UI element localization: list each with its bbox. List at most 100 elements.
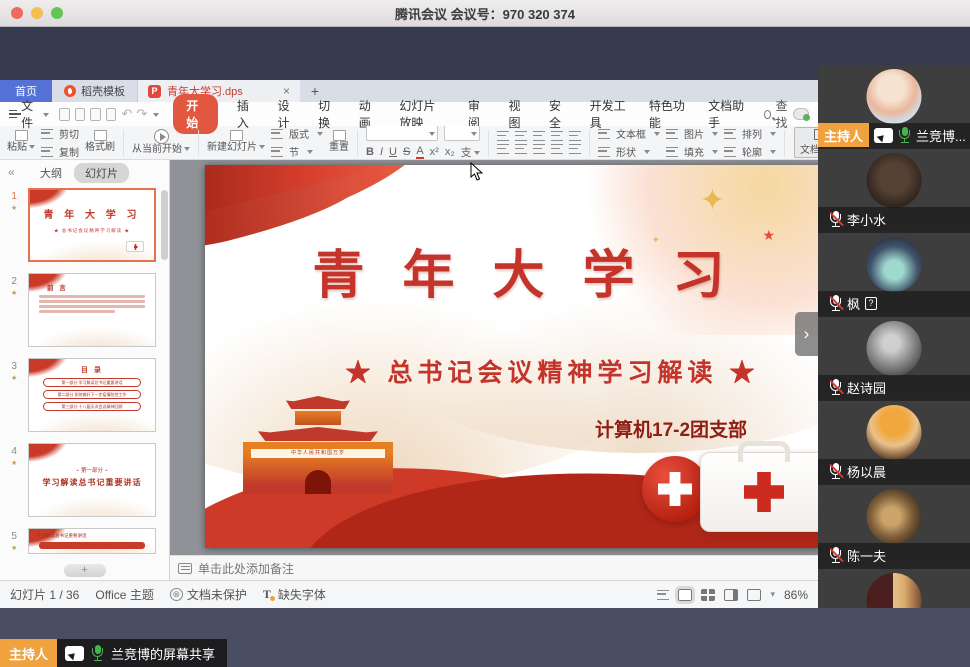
copy-button[interactable]: 复制: [41, 144, 79, 159]
ribbon-tab-view[interactable]: 视图: [508, 97, 527, 131]
shapes-button[interactable]: 形状: [598, 144, 660, 159]
normal-view-icon[interactable]: [678, 589, 692, 601]
align-center-icon[interactable]: [515, 144, 527, 154]
slide-thumbnail-2[interactable]: 2★ 前 言: [28, 273, 169, 347]
decrease-indent-icon[interactable]: [533, 131, 545, 141]
add-slide-button[interactable]: +: [64, 564, 106, 577]
font-size-select[interactable]: [444, 126, 480, 141]
slides-tab[interactable]: 幻灯片: [74, 163, 129, 183]
italic-button[interactable]: I: [380, 146, 383, 158]
justify-icon[interactable]: [551, 144, 563, 154]
close-tab-icon[interactable]: ×: [283, 84, 290, 98]
picture-button[interactable]: 图片: [666, 126, 718, 141]
screen-share-icon: [65, 646, 84, 661]
participant-tile-partial[interactable]: [818, 569, 970, 608]
participant-tile[interactable]: 枫 ?: [818, 233, 970, 317]
ribbon-tab-security[interactable]: 安全: [549, 97, 568, 131]
superscript-button[interactable]: x²: [430, 146, 439, 158]
format-painter-button[interactable]: 格式刷: [85, 130, 115, 155]
collapse-panel-icon[interactable]: «: [8, 165, 15, 179]
notes-bar[interactable]: 单击此处添加备注: [170, 555, 818, 580]
bold-button[interactable]: B: [366, 146, 374, 158]
cut-button[interactable]: 剪切: [41, 126, 79, 141]
layout-button[interactable]: 版式: [271, 126, 323, 141]
slide-thumbnail-5[interactable]: 5★ 学习解读总书记重要讲话: [28, 528, 169, 554]
meeting-title: 腾讯会议 会议号：970 320 374: [0, 4, 970, 23]
mic-muted-icon: [829, 295, 842, 312]
redo-icon[interactable]: ↷: [136, 106, 147, 122]
bullet-list-icon[interactable]: [497, 131, 509, 141]
note-icon: [178, 563, 192, 574]
print-preview-icon[interactable]: [106, 108, 117, 121]
arrange-button[interactable]: 排列: [724, 126, 776, 141]
medkit-thumb-icon: [126, 241, 144, 252]
play-from-current-button[interactable]: 从当前开始: [132, 129, 190, 157]
line-spacing-icon[interactable]: [569, 131, 581, 141]
outline-button[interactable]: 轮廓: [724, 144, 776, 159]
slide-sorter-icon[interactable]: [701, 589, 715, 601]
participant-tile[interactable]: 赵诗园: [818, 317, 970, 401]
zoom-level[interactable]: 86%: [784, 588, 808, 602]
chevron-down-icon: [43, 113, 49, 120]
slide-thumbnail-1[interactable]: 1★ 青 年 大 学 习 ★ 总书记会议精神学习解读 ★: [28, 188, 169, 262]
participant-name: 兰竞博...: [916, 126, 966, 145]
font-name-select[interactable]: [366, 126, 438, 141]
avatar: [867, 69, 922, 124]
new-slide-button[interactable]: 新建幻灯片: [207, 130, 265, 155]
zoom-menu-caret[interactable]: ▾: [770, 589, 775, 600]
slide-thumbnail-3[interactable]: 3★ 目 录 第一部分 学习解读总书记重要讲话 第二部分 如何做好下一步疫情防控…: [28, 358, 169, 432]
save-icon[interactable]: [59, 108, 70, 121]
export-icon[interactable]: [75, 108, 86, 121]
slide-counter: 幻灯片 1 / 36: [10, 586, 79, 603]
spark-icon: ✦: [700, 183, 725, 218]
slideshow-icon[interactable]: [747, 589, 761, 601]
paste-button[interactable]: 粘贴: [7, 130, 35, 155]
print-icon[interactable]: [90, 108, 101, 121]
section-button[interactable]: 节: [271, 144, 323, 159]
window-titlebar: 腾讯会议 会议号：970 320 374: [0, 0, 970, 27]
numbered-list-icon[interactable]: [515, 131, 527, 141]
strikethrough-button[interactable]: S: [403, 146, 410, 158]
avatar: [867, 489, 922, 544]
increase-indent-icon[interactable]: [551, 131, 563, 141]
screen-share-banner: 主持人 兰竞博的屏幕共享: [0, 639, 227, 667]
meeting-window: 腾讯会议 会议号：970 320 374 首页 稻壳模板 P 青年大学习.dps…: [0, 0, 970, 667]
fill-button[interactable]: 填充: [666, 144, 718, 159]
doc-assistant-button[interactable]: 文档助手: [794, 127, 818, 158]
text-box-button[interactable]: 文本框: [598, 126, 660, 141]
theme-name[interactable]: Office 主题: [95, 586, 153, 603]
tiananmen-illustration: 中华人民共和国万岁: [233, 396, 403, 506]
reading-view-icon[interactable]: [724, 589, 738, 601]
slide-title: 青年大学习: [265, 233, 810, 308]
mouse-cursor: [470, 162, 483, 186]
screen-share-icon: [874, 128, 893, 143]
align-right-icon[interactable]: [533, 144, 545, 154]
participant-tile[interactable]: 陈一夫: [818, 485, 970, 569]
reset-button[interactable]: 重置: [329, 130, 349, 155]
underline-button[interactable]: U: [389, 146, 397, 158]
tab-document-active[interactable]: P 青年大学习.dps ×: [138, 80, 300, 102]
participant-tile-host[interactable]: 主持人 兰竞博...: [818, 65, 970, 149]
subscript-button[interactable]: x₂: [445, 146, 455, 158]
outline-tab[interactable]: 大纲: [40, 165, 62, 181]
slide-editor[interactable]: ✦ ★ ✦ 青年大学习 ★ 总书记会议精神学习解读 ★ 计算机17-2团支部: [205, 165, 818, 548]
align-left-icon[interactable]: [497, 144, 509, 154]
avatar: [867, 405, 922, 460]
phonetic-button[interactable]: 支: [461, 144, 480, 160]
panel-scrollbar[interactable]: [161, 190, 168, 260]
ribbon-tab-insert[interactable]: 插入: [237, 97, 256, 131]
next-slide-arrow[interactable]: ›: [795, 312, 818, 356]
undo-icon[interactable]: ↶: [121, 106, 132, 122]
cloud-sync-icon[interactable]: [793, 108, 809, 120]
tab-templates[interactable]: 稻壳模板: [52, 80, 138, 102]
toolbar-options-icon[interactable]: [153, 113, 159, 120]
text-direction-icon[interactable]: [569, 144, 581, 154]
font-color-button[interactable]: A: [416, 146, 423, 159]
participant-name: 枫: [847, 294, 860, 313]
slide-thumbnail-4[interactable]: 4★ ⋆ 第一部分 ⋆ 学习解读总书记重要讲话: [28, 443, 169, 517]
missing-font-status[interactable]: T 缺失字体: [263, 586, 326, 603]
document-protection-status[interactable]: ⊗ 文档未保护: [170, 586, 247, 603]
participant-tile[interactable]: 杨以晨: [818, 401, 970, 485]
notes-toggle-icon[interactable]: [657, 590, 669, 600]
participant-tile[interactable]: 李小水: [818, 149, 970, 233]
